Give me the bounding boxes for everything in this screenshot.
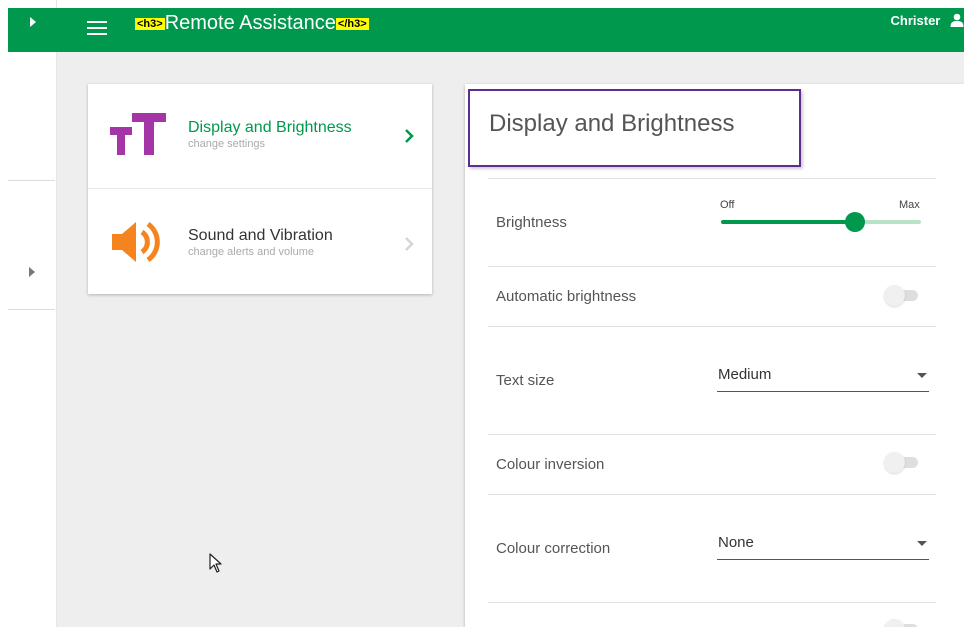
- top-app-bar: <h3> Remote Assistance </h3> Christer: [57, 8, 964, 52]
- main-content: Display and Brightness change settings S…: [57, 52, 964, 627]
- menu-item-subtitle: change settings: [188, 138, 266, 150]
- html-tag-label: </h3>: [335, 18, 369, 30]
- left-rail: [0, 0, 57, 627]
- colour-inversion-toggle[interactable]: [884, 452, 924, 473]
- brightness-slider[interactable]: [721, 212, 921, 232]
- menu-item-display-brightness[interactable]: Display and Brightness change settings: [88, 84, 432, 189]
- menu-item-label: Sound and Vibration: [188, 227, 333, 244]
- text-size-select[interactable]: Medium: [717, 361, 929, 392]
- html-tag-label: <h3>: [135, 18, 165, 30]
- divider: [488, 326, 936, 327]
- dropdown-arrow-icon: [917, 373, 927, 378]
- chevron-right-icon: [405, 237, 414, 251]
- colour-correction-select[interactable]: None: [717, 529, 929, 560]
- slider-min-label: Off: [720, 199, 735, 211]
- select-value: None: [718, 534, 754, 551]
- chevron-right-icon: [405, 129, 414, 143]
- speaker-icon: [112, 221, 160, 263]
- text-size-label: Text size: [496, 372, 555, 389]
- rail-toggle-button[interactable]: [8, 8, 57, 52]
- user-icon: [950, 13, 964, 27]
- divider: [488, 494, 936, 495]
- menu-item-subtitle: change alerts and volume: [188, 246, 314, 258]
- divider: [488, 178, 936, 179]
- next-setting-toggle[interactable]: [884, 619, 924, 627]
- menu-item-sound-vibration[interactable]: Sound and Vibration change alerts and vo…: [88, 189, 432, 293]
- settings-menu: Display and Brightness change settings S…: [88, 84, 432, 294]
- slider-fill: [721, 220, 855, 224]
- select-value: Medium: [718, 366, 772, 383]
- text-size-icon: [110, 113, 166, 155]
- caret-right-icon: [30, 17, 36, 27]
- menu-item-label: Display and Brightness: [188, 119, 352, 136]
- user-name: Christer: [890, 13, 941, 28]
- caret-right-icon[interactable]: [28, 266, 36, 278]
- panel-title: Display and Brightness: [489, 110, 735, 137]
- dropdown-arrow-icon: [917, 541, 927, 546]
- mouse-cursor-icon: [209, 553, 222, 573]
- slider-max-label: Max: [899, 199, 920, 211]
- automatic-brightness-toggle[interactable]: [884, 285, 924, 306]
- app-title: Remote Assistance: [164, 12, 336, 34]
- slider-thumb[interactable]: [845, 212, 865, 232]
- divider: [488, 266, 936, 267]
- settings-panel: Display and Brightness Brightness Off Ma…: [465, 84, 964, 627]
- colour-correction-label: Colour correction: [496, 540, 611, 557]
- rail-divider: [8, 180, 55, 181]
- brightness-label: Brightness: [496, 214, 567, 231]
- divider: [488, 602, 936, 603]
- menu-icon[interactable]: [87, 17, 107, 37]
- rail-divider: [8, 309, 55, 310]
- user-menu[interactable]: Christer: [891, 13, 964, 28]
- page-title: <h3> Remote Assistance </h3>: [135, 11, 369, 38]
- colour-inversion-label: Colour inversion: [496, 456, 605, 473]
- automatic-brightness-label: Automatic brightness: [496, 288, 637, 305]
- divider: [488, 434, 936, 435]
